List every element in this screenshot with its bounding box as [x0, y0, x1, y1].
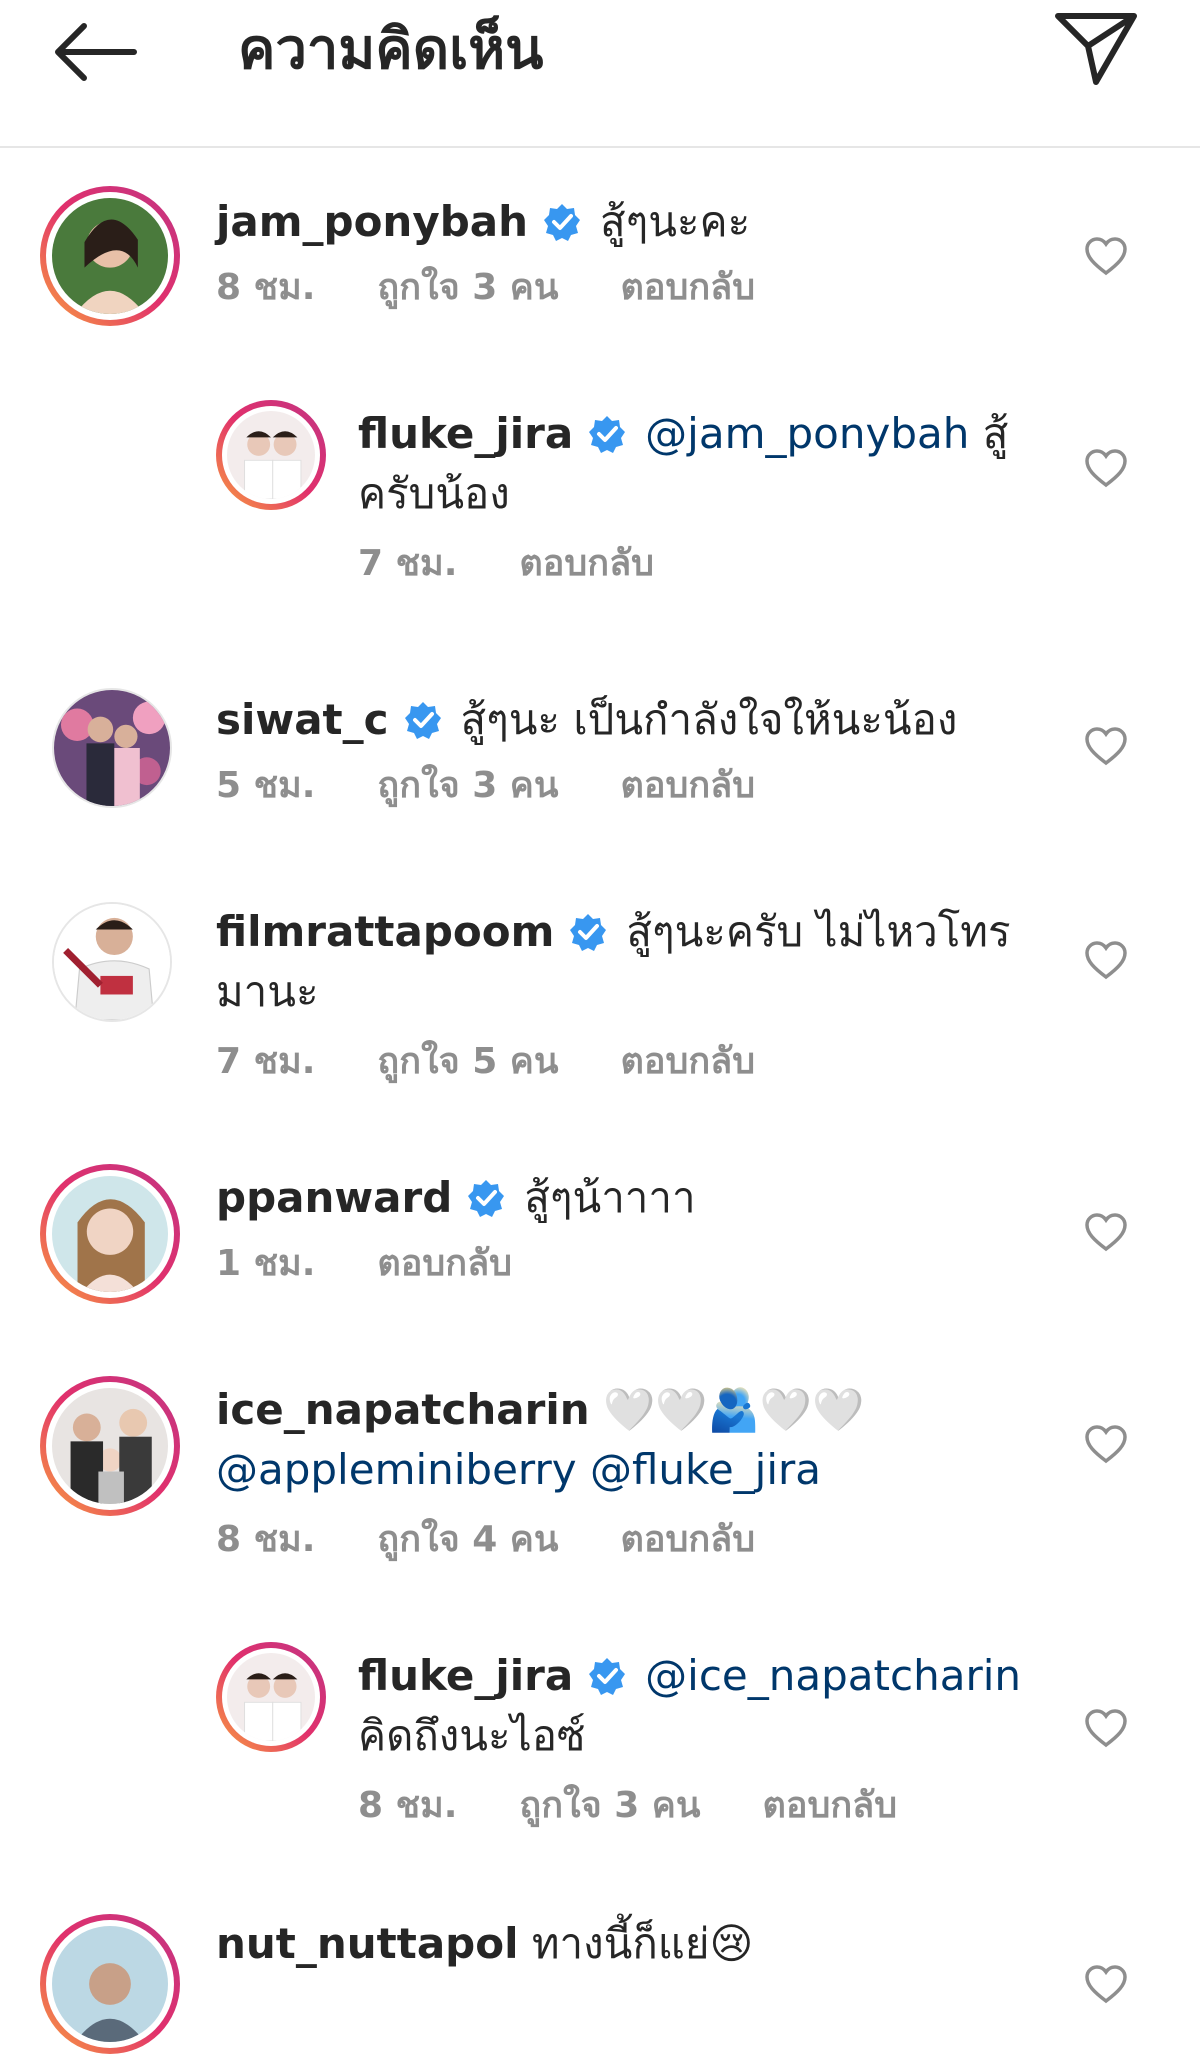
comment-text: สู้ๆน้าาาา — [524, 1173, 696, 1222]
verified-badge-icon — [404, 702, 441, 739]
back-arrow-icon[interactable] — [50, 22, 140, 82]
comment-text-continued: คิดถึงนะไอซ์ — [358, 1711, 586, 1760]
comment-time: 7 ชม. — [216, 1041, 316, 1082]
comment-text: สู้ๆนะ เป็นกำลังใจให้นะน้อง — [460, 695, 958, 744]
mention-link[interactable]: @appleminiberry @fluke_jira — [216, 1440, 865, 1500]
verified-badge-icon — [544, 204, 581, 241]
mention-link[interactable]: @ice_napatcharin — [645, 1651, 1021, 1700]
comment-time: 5 ชม. — [216, 765, 316, 806]
avatar-photo — [227, 1653, 315, 1741]
avatar[interactable] — [40, 1914, 180, 2054]
reply-button[interactable]: ตอบกลับ — [377, 1243, 512, 1284]
comment-username[interactable]: fluke_jira — [358, 409, 573, 458]
comment-time: 7 ชม. — [358, 543, 458, 584]
comment-likes[interactable]: ถูกใจ 3 คน — [519, 1785, 700, 1826]
comment-time: 1 ชม. — [216, 1243, 316, 1284]
avatar[interactable] — [52, 902, 172, 1022]
reply-button[interactable]: ตอบกลับ — [621, 1519, 756, 1560]
comment-username[interactable]: filmrattapoom — [216, 907, 554, 956]
avatar-photo — [227, 411, 315, 499]
comment-username[interactable]: ice_napatcharin — [216, 1385, 590, 1434]
reply-button[interactable]: ตอบกลับ — [621, 1041, 756, 1082]
like-heart-icon[interactable] — [1084, 1964, 1128, 2004]
avatar[interactable] — [40, 1376, 180, 1516]
verified-badge-icon — [589, 416, 626, 453]
comment-likes[interactable]: ถูกใจ 3 คน — [377, 765, 558, 806]
comment-username[interactable]: siwat_c — [216, 695, 389, 744]
avatar[interactable] — [40, 186, 180, 326]
verified-badge-icon — [589, 1658, 626, 1695]
avatar-photo — [52, 1926, 168, 2042]
comment-username[interactable]: fluke_jira — [358, 1651, 573, 1700]
comment-username[interactable]: jam_ponybah — [216, 197, 528, 246]
avatar[interactable] — [216, 400, 326, 510]
avatar-photo — [52, 198, 168, 314]
avatar-photo — [54, 690, 170, 806]
comment-likes[interactable]: ถูกใจ 5 คน — [377, 1041, 558, 1082]
comment-text: สู้ — [982, 409, 1009, 458]
reply-button[interactable]: ตอบกลับ — [763, 1785, 898, 1826]
like-heart-icon[interactable] — [1084, 940, 1128, 980]
avatar[interactable] — [216, 1642, 326, 1752]
comment-username[interactable]: ppanward — [216, 1173, 452, 1222]
send-direct-icon[interactable] — [1052, 8, 1140, 88]
comment-likes[interactable]: ถูกใจ 4 คน — [377, 1519, 558, 1560]
mention-link[interactable]: @jam_ponybah — [645, 409, 969, 458]
comment-time: 8 ชม. — [216, 267, 316, 308]
avatar[interactable] — [40, 1164, 180, 1304]
reply-button[interactable]: ตอบกลับ — [519, 543, 654, 584]
like-heart-icon[interactable] — [1084, 236, 1128, 276]
avatar-photo — [52, 1388, 168, 1504]
avatar[interactable] — [52, 688, 172, 808]
like-heart-icon[interactable] — [1084, 1708, 1128, 1748]
reply-button[interactable]: ตอบกลับ — [621, 765, 756, 806]
comment-text-continued: ครับน้อง — [358, 469, 510, 518]
avatar-photo — [52, 1176, 168, 1292]
comment-username[interactable]: nut_nuttapol — [216, 1919, 519, 1968]
comment-likes[interactable]: ถูกใจ 3 คน — [377, 267, 558, 308]
like-heart-icon[interactable] — [1084, 726, 1128, 766]
page-title: ความคิดเห็น — [238, 17, 544, 82]
like-heart-icon[interactable] — [1084, 1424, 1128, 1464]
comment-time: 8 ชม. — [358, 1785, 458, 1826]
header-bar: ความคิดเห็น — [0, 0, 1200, 148]
like-heart-icon[interactable] — [1084, 448, 1128, 488]
comment-text-continued: มานะ — [216, 967, 319, 1016]
comment-time: 8 ชม. — [216, 1519, 316, 1560]
verified-badge-icon — [468, 1180, 505, 1217]
comment-text: ทางนี้ก็แย่😢 — [531, 1919, 754, 1968]
reply-button[interactable]: ตอบกลับ — [621, 267, 756, 308]
comment-text: สู้ๆนะคะ — [600, 197, 751, 246]
avatar-photo — [54, 904, 170, 1020]
verified-badge-icon — [570, 914, 607, 951]
like-heart-icon[interactable] — [1084, 1212, 1128, 1252]
comment-text: 🤍🤍🫂🤍🤍 — [603, 1385, 865, 1434]
comment-text: สู้ๆนะครับ ไม่ไหวโทร — [626, 907, 1011, 956]
